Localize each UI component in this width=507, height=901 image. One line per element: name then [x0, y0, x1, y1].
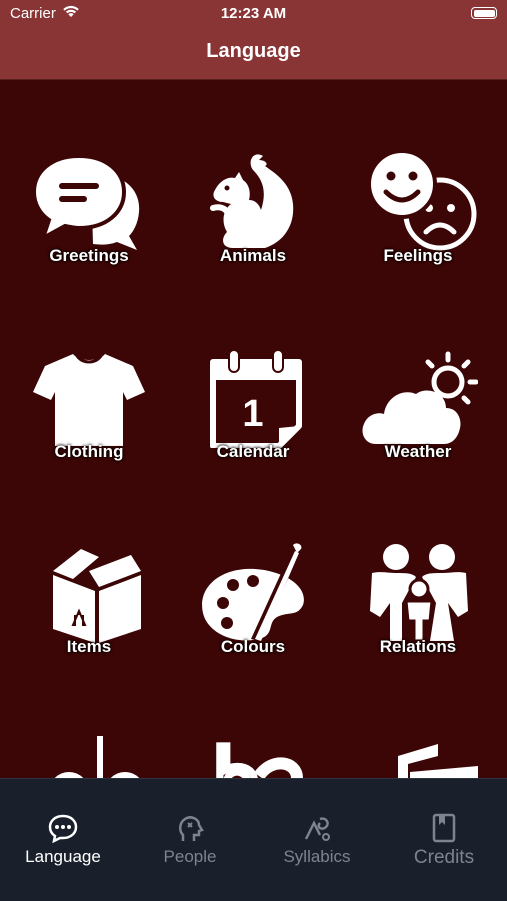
category-animals[interactable]: Animals	[183, 152, 323, 312]
category-row4-item-1[interactable]	[19, 736, 159, 778]
tab-label: Credits	[413, 847, 475, 868]
category-calendar[interactable]: 1 Calendar	[183, 348, 323, 508]
tab-label: Syllabics	[283, 847, 351, 866]
tab-syllabics[interactable]: Syllabics	[254, 779, 380, 901]
category-row4-item-3[interactable]	[348, 736, 488, 778]
category-label: Clothing	[54, 442, 124, 461]
category-relations[interactable]: Relations	[348, 543, 488, 703]
category-items[interactable]: Items	[19, 543, 159, 703]
svg-text:ᑲ: ᑲ	[213, 736, 257, 778]
partial-music-icon	[398, 744, 478, 778]
status-time: 12:23 AM	[220, 5, 287, 22]
category-label: Weather	[384, 442, 452, 461]
speech-bubbles-icon	[31, 153, 140, 250]
status-bar: Carrier 12:23 AM	[0, 0, 507, 28]
palette-icon	[202, 543, 304, 641]
calendar-icon: 1	[210, 349, 302, 448]
page-title: Language	[206, 40, 301, 62]
tab-bar: Language People Syllabics Credits	[0, 778, 507, 901]
family-icon	[370, 544, 468, 643]
navigation-bar: Language	[0, 28, 507, 80]
category-label: Items	[66, 637, 112, 656]
head-icon	[179, 816, 204, 841]
partial-syllabics-icon: ᑲ	[211, 736, 303, 778]
category-label: Animals	[219, 246, 287, 265]
category-row4-item-2[interactable]: ᑲ	[183, 736, 323, 778]
tab-label: Language	[25, 847, 101, 866]
category-clothing[interactable]: Clothing	[19, 348, 159, 508]
happy-sad-faces-icon	[367, 152, 477, 251]
category-weather[interactable]: Weather	[348, 348, 488, 508]
sun-cloud-icon	[362, 351, 478, 444]
tab-credits[interactable]: Credits	[381, 779, 507, 901]
syllabics-icon	[304, 817, 330, 841]
book-icon	[432, 813, 456, 843]
category-label: Feelings	[383, 246, 453, 265]
category-grid: Greetings Animals Feelings Clothing 1 Ca…	[0, 80, 507, 778]
category-colours[interactable]: Colours	[183, 543, 323, 703]
category-feelings[interactable]: Feelings	[348, 152, 488, 312]
tab-people[interactable]: People	[127, 779, 253, 901]
category-label: Calendar	[216, 442, 290, 461]
box-icon	[53, 549, 141, 643]
category-label: Greetings	[49, 246, 129, 265]
category-label: Relations	[379, 637, 457, 656]
category-greetings[interactable]: Greetings	[19, 152, 159, 312]
tab-language[interactable]: Language	[0, 779, 126, 901]
chat-bubble-icon	[48, 814, 78, 843]
t-shirt-icon	[33, 354, 145, 446]
partial-icon	[54, 736, 140, 778]
tab-label: People	[163, 847, 217, 866]
calendar-day-number: 1	[242, 393, 263, 435]
squirrel-icon	[210, 154, 294, 248]
category-label: Colours	[220, 637, 286, 656]
battery-icon	[471, 7, 497, 19]
